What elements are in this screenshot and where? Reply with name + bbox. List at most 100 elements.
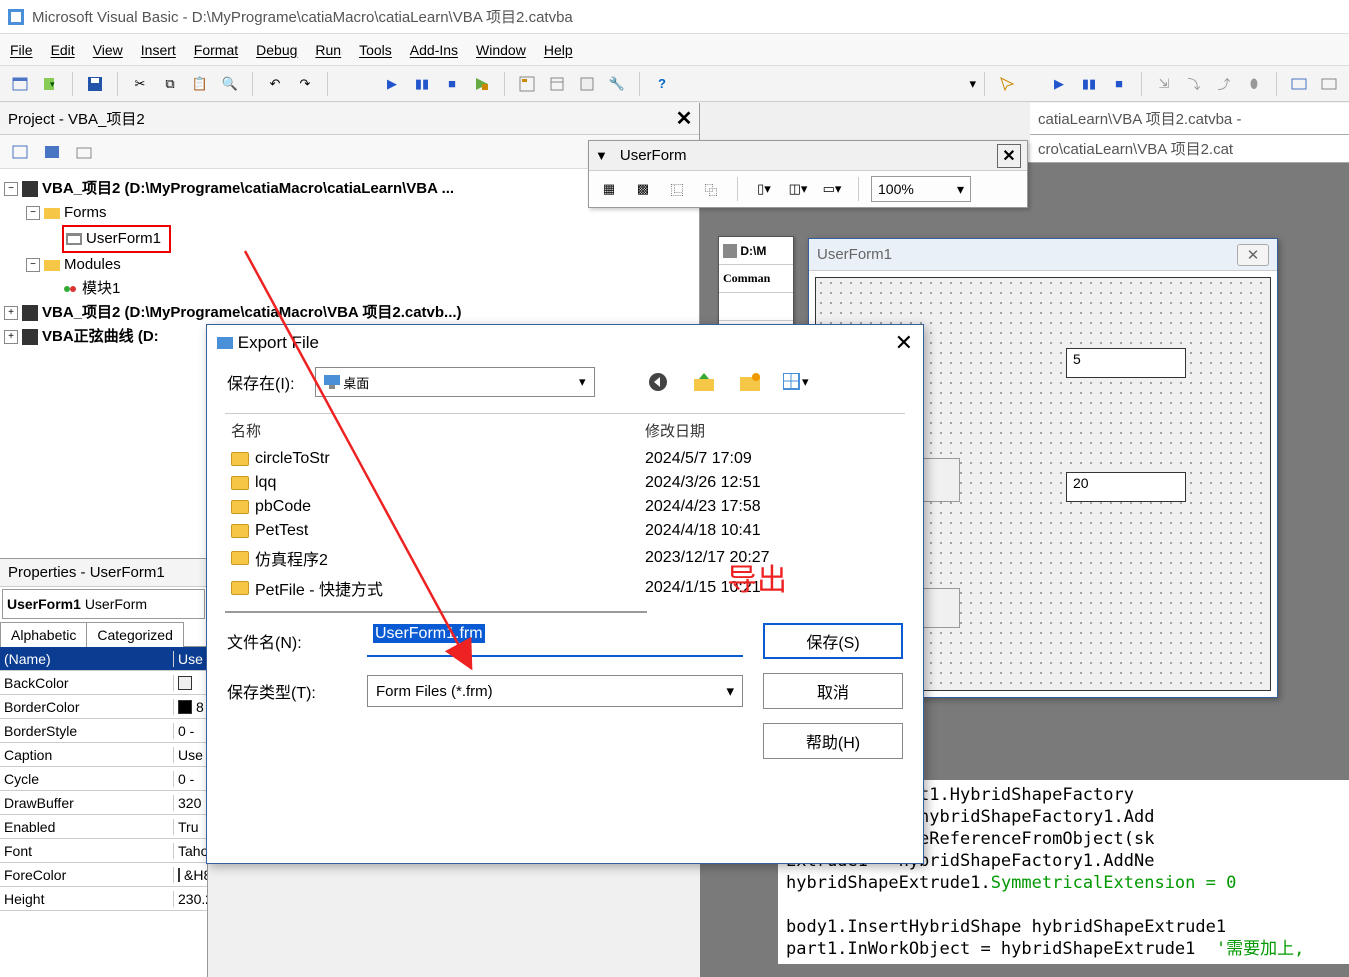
new-folder-button[interactable] xyxy=(737,369,763,395)
textbox-1[interactable]: 5 xyxy=(1066,348,1186,378)
toolbox-item[interactable] xyxy=(719,293,793,321)
object-browser-button[interactable] xyxy=(573,70,601,98)
file-row[interactable]: pbCode2024/4/23 17:58 xyxy=(225,495,905,519)
copy-button[interactable]: ⧉ xyxy=(156,70,184,98)
toolbox-button[interactable]: 🔧 xyxy=(603,70,631,98)
expand-icon[interactable]: + xyxy=(4,330,18,344)
tree-project-1[interactable]: VBA_项目2 (D:\MyPrograme\catiaMacro\catiaL… xyxy=(42,177,454,201)
redo-button[interactable]: ↷ xyxy=(291,70,319,98)
tab-categorized[interactable]: Categorized xyxy=(86,622,184,647)
toolbox-window[interactable]: D:\M Comman xyxy=(718,236,794,326)
project-explorer-button[interactable] xyxy=(513,70,541,98)
step-into-button[interactable]: ⇲ xyxy=(1150,70,1178,98)
help-button[interactable]: 帮助(H) xyxy=(763,723,903,759)
expand-icon[interactable]: − xyxy=(26,206,40,220)
pause-button-2[interactable]: ▮▮ xyxy=(1075,70,1103,98)
menu-debug[interactable]: Debug xyxy=(256,42,297,58)
menu-help[interactable]: Help xyxy=(544,42,573,58)
tree-project-3[interactable]: VBA正弦曲线 (D: xyxy=(42,325,159,349)
size-icon[interactable]: ▭▾ xyxy=(818,175,846,203)
stop-button[interactable]: ■ xyxy=(438,70,466,98)
props-row[interactable]: (Name)Use xyxy=(0,647,207,671)
properties-grid[interactable]: (Name)UseBackColorBorderColor8BorderStyl… xyxy=(0,647,207,911)
save-button[interactable] xyxy=(81,70,109,98)
file-row[interactable]: lqq2024/3/26 12:51 xyxy=(225,471,905,495)
view-object-icon[interactable] xyxy=(38,138,66,166)
file-row[interactable]: PetFile - 快捷方式2024/1/15 10:21 xyxy=(225,573,905,603)
undo-button[interactable]: ↶ xyxy=(261,70,289,98)
zoom-combo[interactable]: 100%▾ xyxy=(871,176,971,202)
toolbox-title[interactable]: D:\M xyxy=(719,237,793,265)
up-button[interactable] xyxy=(691,369,717,395)
col-name[interactable]: 名称 xyxy=(225,420,645,441)
props-row[interactable]: ForeColor&H80000012& xyxy=(0,863,207,887)
align-icon[interactable]: ▯▾ xyxy=(750,175,778,203)
menu-view[interactable]: View xyxy=(93,42,123,58)
design-mode-button[interactable] xyxy=(468,70,496,98)
designer-tool[interactable] xyxy=(993,70,1021,98)
view-code-icon[interactable] xyxy=(6,138,34,166)
step-out-button[interactable]: ⤴ xyxy=(1210,70,1238,98)
tree-modules[interactable]: Modules xyxy=(64,253,121,277)
help-button[interactable]: ? xyxy=(648,70,676,98)
paste-button[interactable]: 📋 xyxy=(186,70,214,98)
ungroup-icon[interactable]: ⿻ xyxy=(697,175,725,203)
props-row[interactable]: Height230.25 xyxy=(0,887,207,911)
folder-icon[interactable] xyxy=(70,138,98,166)
props-row[interactable]: Cycle0 - xyxy=(0,767,207,791)
tab-alphabetic[interactable]: Alphabetic xyxy=(0,622,87,647)
props-row[interactable]: FontTahoma xyxy=(0,839,207,863)
back-button[interactable] xyxy=(645,369,671,395)
menu-addins[interactable]: Add-Ins xyxy=(410,42,458,58)
menu-file[interactable]: File xyxy=(10,42,33,58)
file-list[interactable]: 名称 修改日期 circleToStr2024/5/7 17:09lqq2024… xyxy=(225,413,905,613)
expand-icon[interactable]: − xyxy=(4,182,18,196)
save-in-combo[interactable]: 桌面▾ xyxy=(315,367,595,397)
close-icon[interactable]: ✕ xyxy=(895,330,913,356)
step-over-button[interactable]: ⤵ xyxy=(1180,70,1208,98)
tree-userform1[interactable]: UserForm1 xyxy=(86,227,161,251)
find-button[interactable]: 🔍 xyxy=(216,70,244,98)
textbox-2[interactable]: 20 xyxy=(1066,472,1186,502)
run-button[interactable]: ▶ xyxy=(378,70,406,98)
file-row[interactable]: circleToStr2024/5/7 17:09 xyxy=(225,447,905,471)
breakpoint-button[interactable]: ⬮ xyxy=(1240,70,1268,98)
views-button[interactable]: ▾ xyxy=(783,369,809,395)
close-icon[interactable]: ✕ xyxy=(673,108,695,130)
toolbar-overflow[interactable]: ▾ xyxy=(969,76,976,92)
properties-button[interactable] xyxy=(543,70,571,98)
type-combo[interactable]: Form Files (*.frm)▾ xyxy=(367,675,743,707)
view-code-button[interactable] xyxy=(6,70,34,98)
file-list-header[interactable]: 名称 修改日期 xyxy=(225,414,905,447)
center-icon[interactable]: ◫▾ xyxy=(784,175,812,203)
close-icon[interactable]: ✕ xyxy=(997,144,1021,168)
props-row[interactable]: BorderStyle0 - xyxy=(0,719,207,743)
expand-icon[interactable]: − xyxy=(26,258,40,272)
tree-module1[interactable]: 模块1 xyxy=(82,277,120,301)
send-back-icon[interactable]: ▩ xyxy=(629,175,657,203)
menu-format[interactable]: Format xyxy=(194,42,238,58)
properties-object-combo[interactable]: UserForm1 UserForm xyxy=(2,589,205,619)
cancel-button[interactable]: 取消 xyxy=(763,673,903,709)
tree-forms[interactable]: Forms xyxy=(64,201,107,225)
userform-toolbar[interactable]: ▼ UserForm ✕ ▦ ▩ ⿺ ⿻ ▯▾ ◫▾ ▭▾ 100%▾ xyxy=(588,140,1028,208)
stop-button-2[interactable]: ■ xyxy=(1105,70,1133,98)
menu-edit[interactable]: Edit xyxy=(51,42,75,58)
close-icon[interactable]: ✕ xyxy=(1237,244,1269,266)
cut-button[interactable]: ✂ xyxy=(126,70,154,98)
menu-tools[interactable]: Tools xyxy=(359,42,392,58)
menu-window[interactable]: Window xyxy=(476,42,526,58)
group-icon[interactable]: ⿺ xyxy=(663,175,691,203)
menu-run[interactable]: Run xyxy=(315,42,341,58)
props-row[interactable]: BackColor xyxy=(0,671,207,695)
props-row[interactable]: BorderColor8 xyxy=(0,695,207,719)
col-date[interactable]: 修改日期 xyxy=(645,420,705,441)
save-button[interactable]: 保存(S) xyxy=(763,623,903,659)
props-row[interactable]: EnabledTru xyxy=(0,815,207,839)
bring-front-icon[interactable]: ▦ xyxy=(595,175,623,203)
insert-button[interactable]: ▾ xyxy=(36,70,64,98)
filename-input[interactable]: UserForm1.frm xyxy=(367,625,743,657)
file-row[interactable]: PetTest2024/4/18 10:41 xyxy=(225,519,905,543)
props-row[interactable]: DrawBuffer320 xyxy=(0,791,207,815)
pause-button[interactable]: ▮▮ xyxy=(408,70,436,98)
